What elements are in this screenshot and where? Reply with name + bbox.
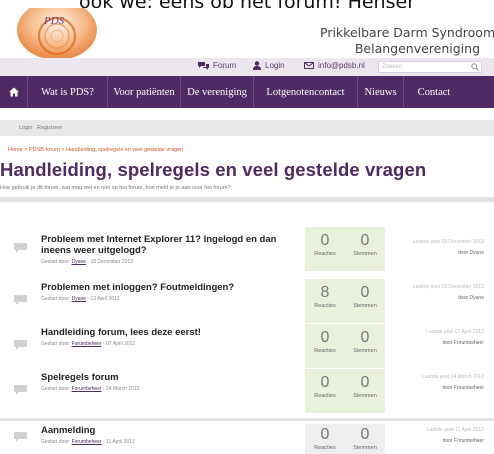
last-post: Laatste post 11 April 2012 door Forumbehe… xyxy=(426,427,484,444)
search-placeholder: Zoeken xyxy=(382,64,403,70)
user-icon xyxy=(253,61,261,70)
email-link[interactable]: info@pdsb.nl xyxy=(304,61,365,70)
email-icon xyxy=(304,62,314,69)
replies-count: 0 Reacties xyxy=(305,324,345,368)
topic-meta: Gestart door: Dyane - 13 April 2012 xyxy=(41,296,120,302)
replies-count: 8 Reacties xyxy=(305,279,345,323)
forum-link[interactable]: Forum xyxy=(198,61,236,70)
org-name-line1: Prikkelbare Darm Syndroom xyxy=(320,25,494,40)
author-link[interactable]: Forumbeheer xyxy=(72,386,102,392)
topic-title[interactable]: Handleiding forum, lees deze eerst! xyxy=(41,327,303,338)
divider xyxy=(0,418,494,421)
register-link[interactable]: Registreer xyxy=(37,125,62,131)
votes-count: 0 Stemmen xyxy=(345,227,385,271)
votes-count: 0 Stemmen xyxy=(345,279,385,323)
author-link[interactable]: Forumbeheer xyxy=(72,341,102,347)
topic-meta: Gestart door: Forumbeheer - 24 March 201… xyxy=(41,386,140,392)
replies-count: 0 Reacties xyxy=(305,369,345,413)
votes-count: 0 Stemmen xyxy=(345,424,385,454)
topic-meta: Gestart door: Forumbeheer - 11 April 201… xyxy=(41,439,135,445)
email-link-label: info@pdsb.nl xyxy=(318,61,365,70)
topic-meta: Gestart door: Forumbeheer - 07 April 201… xyxy=(41,341,136,347)
speech-bubble-icon xyxy=(14,340,27,350)
nav-home[interactable] xyxy=(0,76,28,108)
nav-wat-is-pds[interactable]: Wat is PDS? xyxy=(28,76,108,108)
last-post: Laatste post 18 December 2013 door Dyane xyxy=(412,284,484,301)
org-name: Prikkelbare Darm Syndroom Belangenvereni… xyxy=(320,25,494,57)
login-bar: Login Registreer xyxy=(0,120,494,136)
nav-contact[interactable]: Contact xyxy=(404,76,464,108)
topic-meta: Gestart door: Dyane - 18 December 2013 xyxy=(41,259,134,265)
chat-icon xyxy=(198,62,209,70)
votes-count: 0 Stemmen xyxy=(345,369,385,413)
home-icon xyxy=(8,87,19,97)
search-input[interactable]: Zoeken xyxy=(378,61,482,73)
nav-nieuws[interactable]: Nieuws xyxy=(358,76,404,108)
search-icon[interactable] xyxy=(471,63,479,71)
speech-bubble-icon xyxy=(14,243,27,253)
page-subtitle: Hoe gebruik je dit forum, wat mag wel en… xyxy=(0,185,231,191)
author-link[interactable]: Dyane xyxy=(72,259,86,265)
replies-count: 0 Reacties xyxy=(305,424,345,454)
utility-bar: Forum Login info@pdsb.nl Zoeken xyxy=(0,58,494,76)
divider xyxy=(0,197,494,202)
topic-title[interactable]: Spelregels forum xyxy=(41,372,303,383)
nav-voor-patienten[interactable]: Voor patiënten xyxy=(108,76,181,108)
login-link-label: Login xyxy=(265,61,285,70)
topic-row[interactable]: Handleiding forum, lees deze eerst! Gest… xyxy=(0,324,494,368)
login-link-small[interactable]: Login xyxy=(19,125,32,131)
org-name-line2: Belangenvereniging xyxy=(354,41,480,56)
speech-bubble-icon xyxy=(14,432,27,442)
topic-title[interactable]: Probleem met Internet Explorer 11? Ingel… xyxy=(41,234,303,256)
last-post: Laatste post 24 March 2012 door Forumbehe… xyxy=(422,374,484,391)
replies-count: 0 Reacties xyxy=(305,227,345,271)
breadcrumb[interactable]: Home > PDSB-forum > Handleiding, spelreg… xyxy=(8,147,183,153)
forum-link-label: Forum xyxy=(213,61,237,70)
topic-row[interactable]: Spelregels forum Gestart door: Forumbehe… xyxy=(0,369,494,413)
votes-count: 0 Stemmen xyxy=(345,324,385,368)
last-post: Laatste post 07 April 2012 door Forumbehe… xyxy=(426,329,484,346)
nav-de-vereniging[interactable]: De vereniging xyxy=(181,76,254,108)
last-post: Laatste post 18 December 2013 door Dyane xyxy=(412,239,484,256)
page-title: Handleiding, spelregels en veel gestelde… xyxy=(0,159,427,180)
login-link[interactable]: Login xyxy=(253,61,285,70)
author-link[interactable]: Forumbeheer xyxy=(72,439,102,445)
main-nav: Wat is PDS? Voor patiënten De vereniging… xyxy=(0,76,494,108)
nav-lotgenotencontact[interactable]: Lotgenotencontact xyxy=(254,76,358,108)
topic-row[interactable]: Probleem met Internet Explorer 11? Ingel… xyxy=(0,227,494,271)
top-banner-text: ook we: eens op het forum! Henser xyxy=(0,0,494,8)
topic-row[interactable]: Problemen met inloggen? Foutmeldingen? G… xyxy=(0,279,494,323)
speech-bubble-icon xyxy=(14,385,27,395)
speech-bubble-icon xyxy=(14,295,27,305)
logo-text: PDS xyxy=(43,15,65,27)
topic-title[interactable]: Problemen met inloggen? Foutmeldingen? xyxy=(41,282,303,293)
author-link[interactable]: Dyane xyxy=(72,296,86,302)
topic-title[interactable]: Aanmelding xyxy=(41,425,303,436)
topic-row[interactable]: Aanmelding Gestart door: Forumbeheer - 1… xyxy=(0,424,494,454)
